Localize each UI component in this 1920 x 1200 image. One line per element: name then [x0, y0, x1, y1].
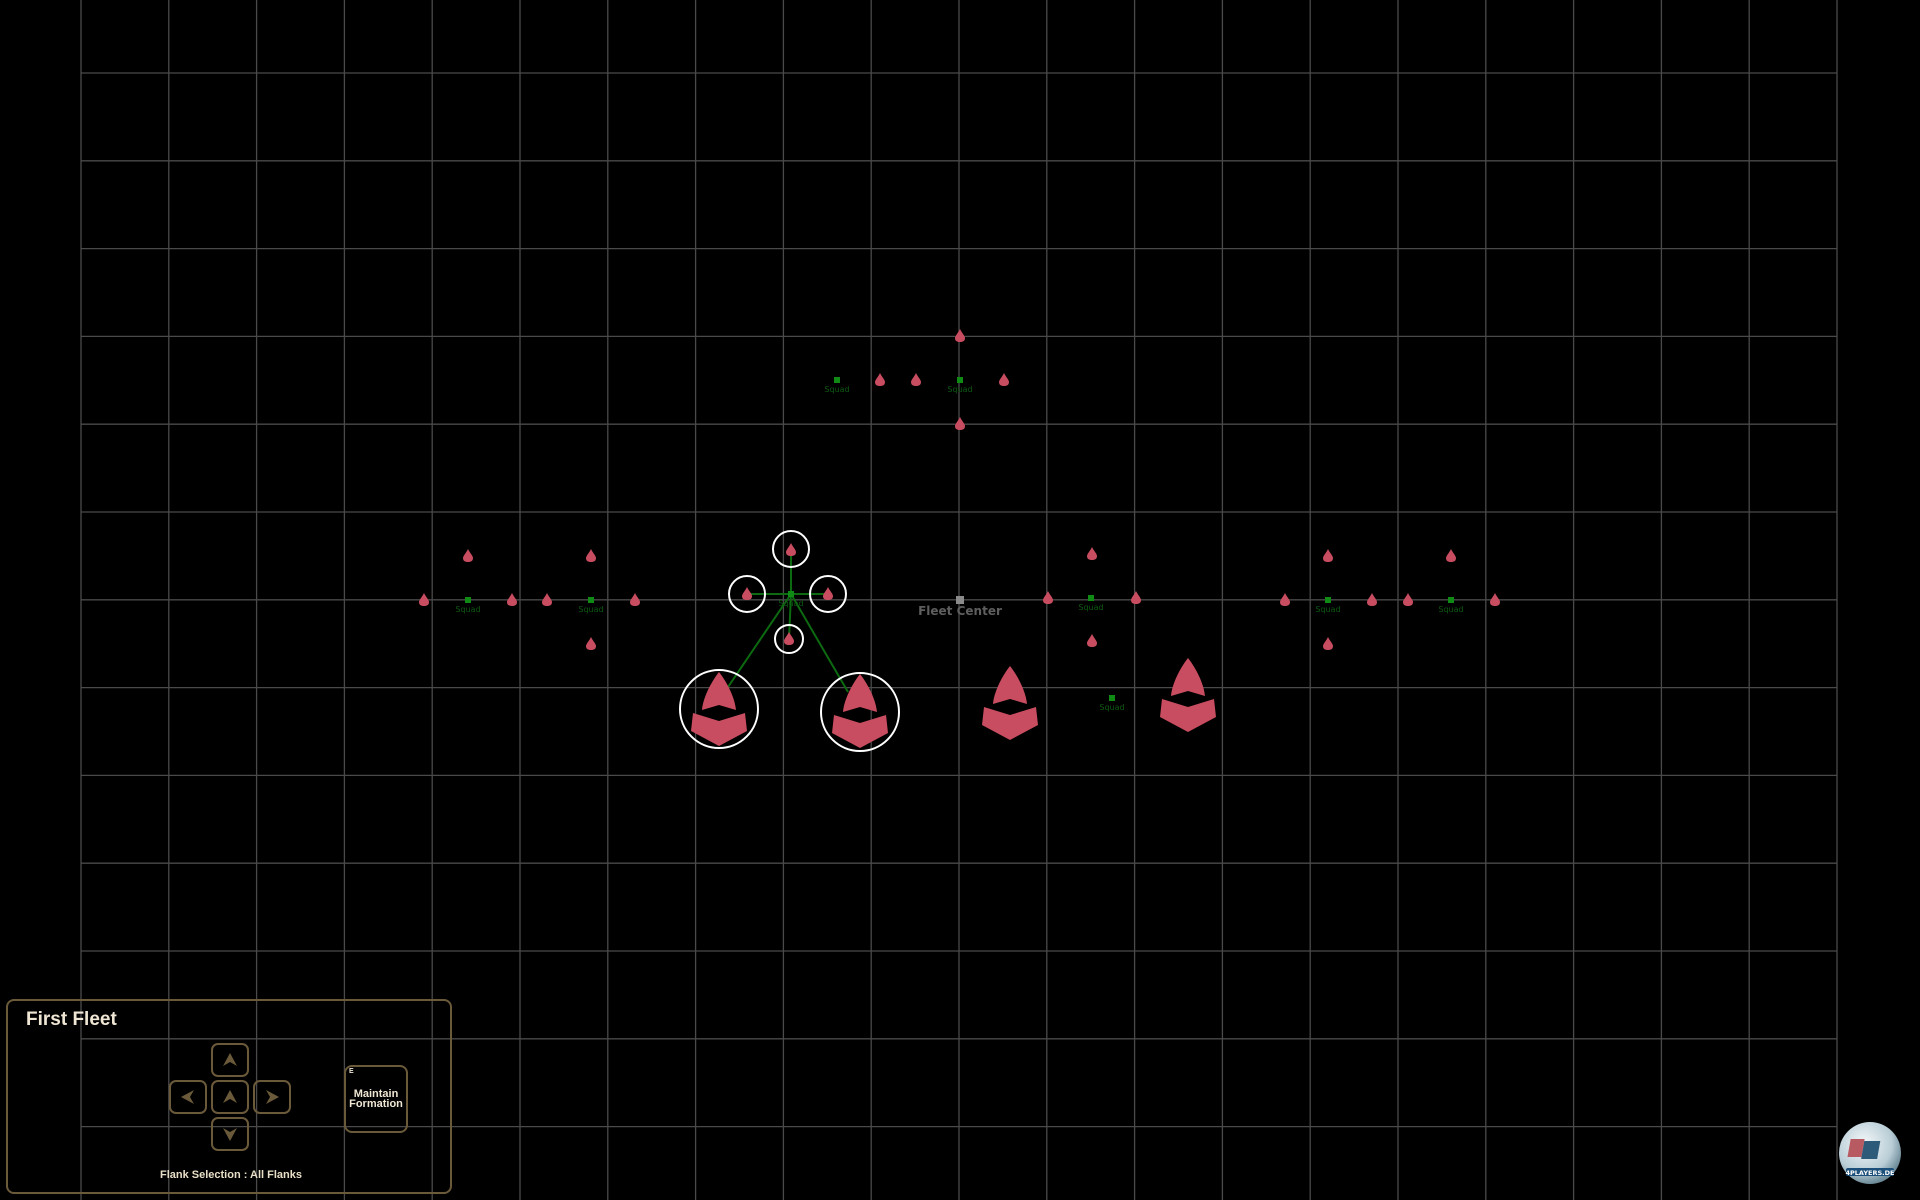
maintain-formation-button[interactable]: E Maintain Formation: [344, 1065, 408, 1133]
move-right-button[interactable]: [253, 1080, 291, 1114]
squad-anchor[interactable]: [1325, 597, 1331, 603]
frigate-ship[interactable]: [1403, 593, 1413, 606]
forward-button[interactable]: [211, 1080, 249, 1114]
squad-label: Squad: [824, 385, 849, 394]
fleet-center-marker[interactable]: [956, 596, 964, 604]
fleet-center-label: Fleet Center: [918, 604, 1002, 618]
squad-anchor[interactable]: [588, 597, 594, 603]
frigate-ship[interactable]: [786, 543, 796, 556]
frigate-ship[interactable]: [999, 373, 1009, 386]
flank-selection-status: Flank Selection : All Flanks: [159, 1169, 303, 1181]
maintain-formation-label: Maintain Formation: [349, 1088, 403, 1110]
frigate-ship[interactable]: [875, 373, 885, 386]
frigate-ship[interactable]: [823, 587, 833, 600]
frigate-ship[interactable]: [507, 593, 517, 606]
frigate-ship[interactable]: [911, 373, 921, 386]
squad-marker[interactable]: Squad: [1078, 595, 1104, 612]
frigate-ship[interactable]: [1131, 591, 1141, 604]
squad-marker[interactable]: Squad: [824, 377, 850, 394]
squad-anchor[interactable]: [834, 377, 840, 383]
squad-label: Squad: [578, 605, 603, 614]
squad-label: Squad: [455, 605, 480, 614]
arrow-up-icon: [223, 1090, 237, 1103]
squad-anchor[interactable]: [1109, 695, 1115, 701]
frigate-ship[interactable]: [586, 637, 596, 650]
frigate-ship[interactable]: [955, 417, 965, 430]
move-down-button[interactable]: [211, 1117, 249, 1151]
squad-label: Squad: [1315, 605, 1340, 614]
arrow-down-icon: [223, 1128, 237, 1141]
frigate-ship[interactable]: [463, 549, 473, 562]
squad-anchor[interactable]: [957, 377, 963, 383]
frigate-ship[interactable]: [1367, 593, 1377, 606]
hotkey-label: E: [349, 1068, 354, 1075]
squad-anchor[interactable]: [1088, 595, 1094, 601]
squad-marker[interactable]: Squad: [1099, 695, 1125, 712]
watermark-logo: 4PLAYERS.DE: [1839, 1122, 1901, 1184]
frigate-ship[interactable]: [1280, 593, 1290, 606]
squad-label: Squad: [1078, 603, 1103, 612]
squad-label: Squad: [778, 599, 803, 608]
capital-ship[interactable]: [982, 666, 1038, 740]
frigate-ship[interactable]: [586, 549, 596, 562]
squad-anchor[interactable]: [1448, 597, 1454, 603]
fleet-name: First Fleet: [26, 1009, 117, 1030]
frigate-ship[interactable]: [784, 632, 794, 645]
frigate-ship[interactable]: [1043, 591, 1053, 604]
arrow-up-icon: [223, 1053, 237, 1066]
move-up-button[interactable]: [211, 1043, 249, 1077]
frigate-ship[interactable]: [955, 329, 965, 342]
frigate-ship[interactable]: [742, 587, 752, 600]
squad-anchor[interactable]: [788, 591, 794, 597]
move-left-button[interactable]: [169, 1080, 207, 1114]
capital-ship[interactable]: [1160, 658, 1216, 732]
squad-label: Squad: [947, 385, 972, 394]
frigate-ship[interactable]: [1323, 637, 1333, 650]
frigate-ship[interactable]: [630, 593, 640, 606]
frigate-ship[interactable]: [1087, 634, 1097, 647]
frigate-ship[interactable]: [1323, 549, 1333, 562]
arrow-left-icon: [181, 1090, 194, 1104]
frigate-ship[interactable]: [1490, 593, 1500, 606]
squad-label: Squad: [1438, 605, 1463, 614]
squad-links: [725, 550, 849, 693]
frigate-ship[interactable]: [542, 593, 552, 606]
capital-ship[interactable]: [691, 672, 747, 746]
watermark-text: 4PLAYERS.DE: [1846, 1169, 1895, 1177]
squad-anchor[interactable]: [465, 597, 471, 603]
frigate-ship[interactable]: [419, 593, 429, 606]
fleet-command-panel: First Fleet E Maintain Formation Flank S…: [6, 999, 452, 1194]
arrow-right-icon: [266, 1090, 279, 1104]
capital-ship[interactable]: [832, 674, 888, 748]
squad-marker[interactable]: Squad: [947, 377, 973, 394]
frigate-ship[interactable]: [1446, 549, 1456, 562]
squad-label: Squad: [1099, 703, 1124, 712]
frigate-ship[interactable]: [1087, 547, 1097, 560]
